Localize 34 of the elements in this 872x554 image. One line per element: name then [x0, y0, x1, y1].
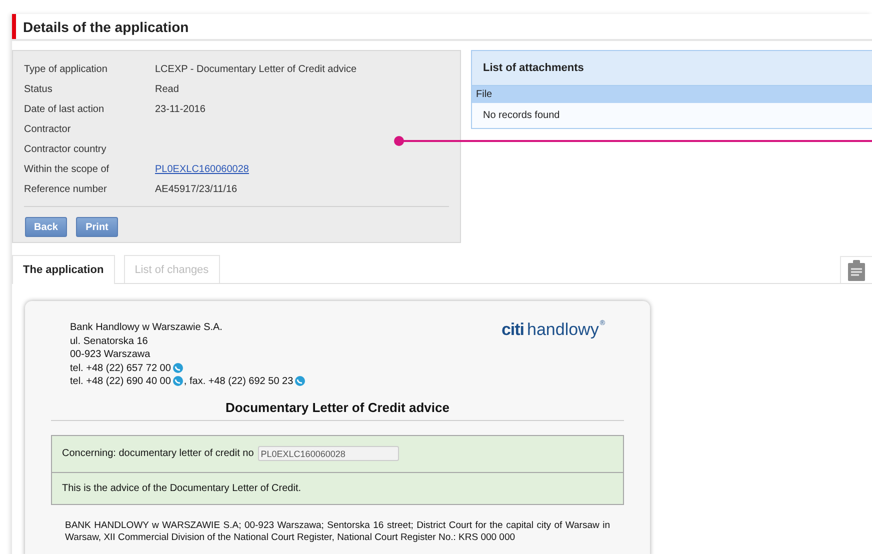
address-text: Bank Handlowy w Warszawie S.A. — [70, 321, 222, 334]
address-text: ul. Senatorska 16 — [70, 334, 148, 348]
field-label: Type of application — [24, 64, 108, 74]
field-label: Reference number — [24, 184, 108, 194]
tab[interactable]: The application — [12, 255, 115, 284]
field-label: Contractor country — [24, 144, 108, 154]
reference-link[interactable]: PL0EXLC160060028 — [155, 164, 249, 174]
address-text: , fax. +48 (22) 692 50 23 — [184, 375, 294, 388]
legal-text: BANK HANDLOWY w WARSZAWIE S.A; 00-923 Warszawa; Sentorska 16 street; District Court for the capital city of Warsaw in Warsaw, XII Commercial Division of the National Court Register, National Court Register No.: KRS 000 000 — [64, 520, 611, 544]
field-value: AE45917/23/11/16 — [155, 184, 238, 194]
credit-number-field[interactable]: PL0EXLC160060028 — [258, 446, 399, 461]
field-label: Status — [24, 84, 54, 94]
field-label: Contractor — [24, 124, 72, 134]
notice-text: This is the advice of the Documentary Letter of Credit. — [61, 482, 302, 496]
action-button[interactable]: Print — [76, 217, 118, 237]
address-text: tel. +48 (22) 657 72 00 — [70, 362, 171, 375]
address-text: 00-923 Warszawa — [70, 348, 150, 362]
action-button[interactable]: Back — [25, 217, 67, 237]
page-title: Details of the application — [22, 18, 189, 34]
call-icon[interactable] — [294, 376, 306, 388]
panel-title: List of attachments — [472, 51, 872, 86]
call-icon[interactable] — [172, 362, 183, 374]
field-label: Within the scope of — [24, 164, 110, 174]
field-value: 23-11-2016 — [155, 104, 206, 114]
document-title: Documentary Letter of Credit advice — [224, 400, 450, 414]
field-value: Read — [155, 84, 179, 94]
column-header: File — [476, 89, 492, 100]
field-label: Date of last action — [24, 104, 106, 114]
empty-message: No records found — [482, 109, 561, 123]
field-value: LCEXP - Documentary Letter of Credit advice — [155, 64, 357, 74]
call-icon[interactable] — [172, 376, 183, 388]
concerning-label: Concerning: documentary letter of credit no — [62, 448, 254, 459]
address-text: tel. +48 (22) 690 40 00 — [70, 375, 171, 388]
clipboard-icon[interactable] — [848, 260, 865, 280]
